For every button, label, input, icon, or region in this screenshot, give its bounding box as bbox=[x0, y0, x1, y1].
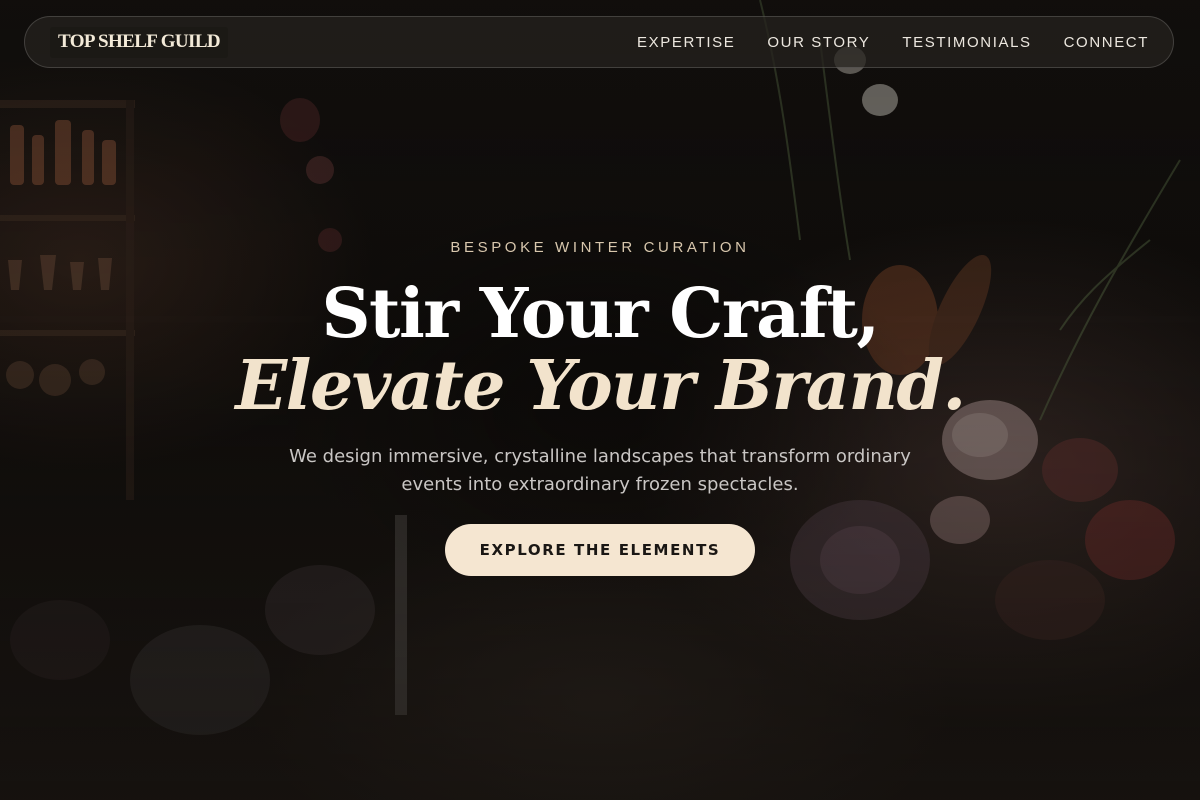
hero-title-line-1: Stir Your Craft, bbox=[321, 274, 880, 354]
explore-elements-button[interactable]: EXPLORE THE ELEMENTS bbox=[445, 524, 755, 576]
hero-eyebrow: BESPOKE WINTER CURATION bbox=[450, 239, 750, 256]
hero-title-line-2: Elevate Your Brand. bbox=[235, 346, 966, 426]
hero-subtitle: We design immersive, crystalline landsca… bbox=[289, 446, 911, 495]
hero-section: BESPOKE WINTER CURATION Stir Your Craft,… bbox=[0, 0, 1200, 800]
